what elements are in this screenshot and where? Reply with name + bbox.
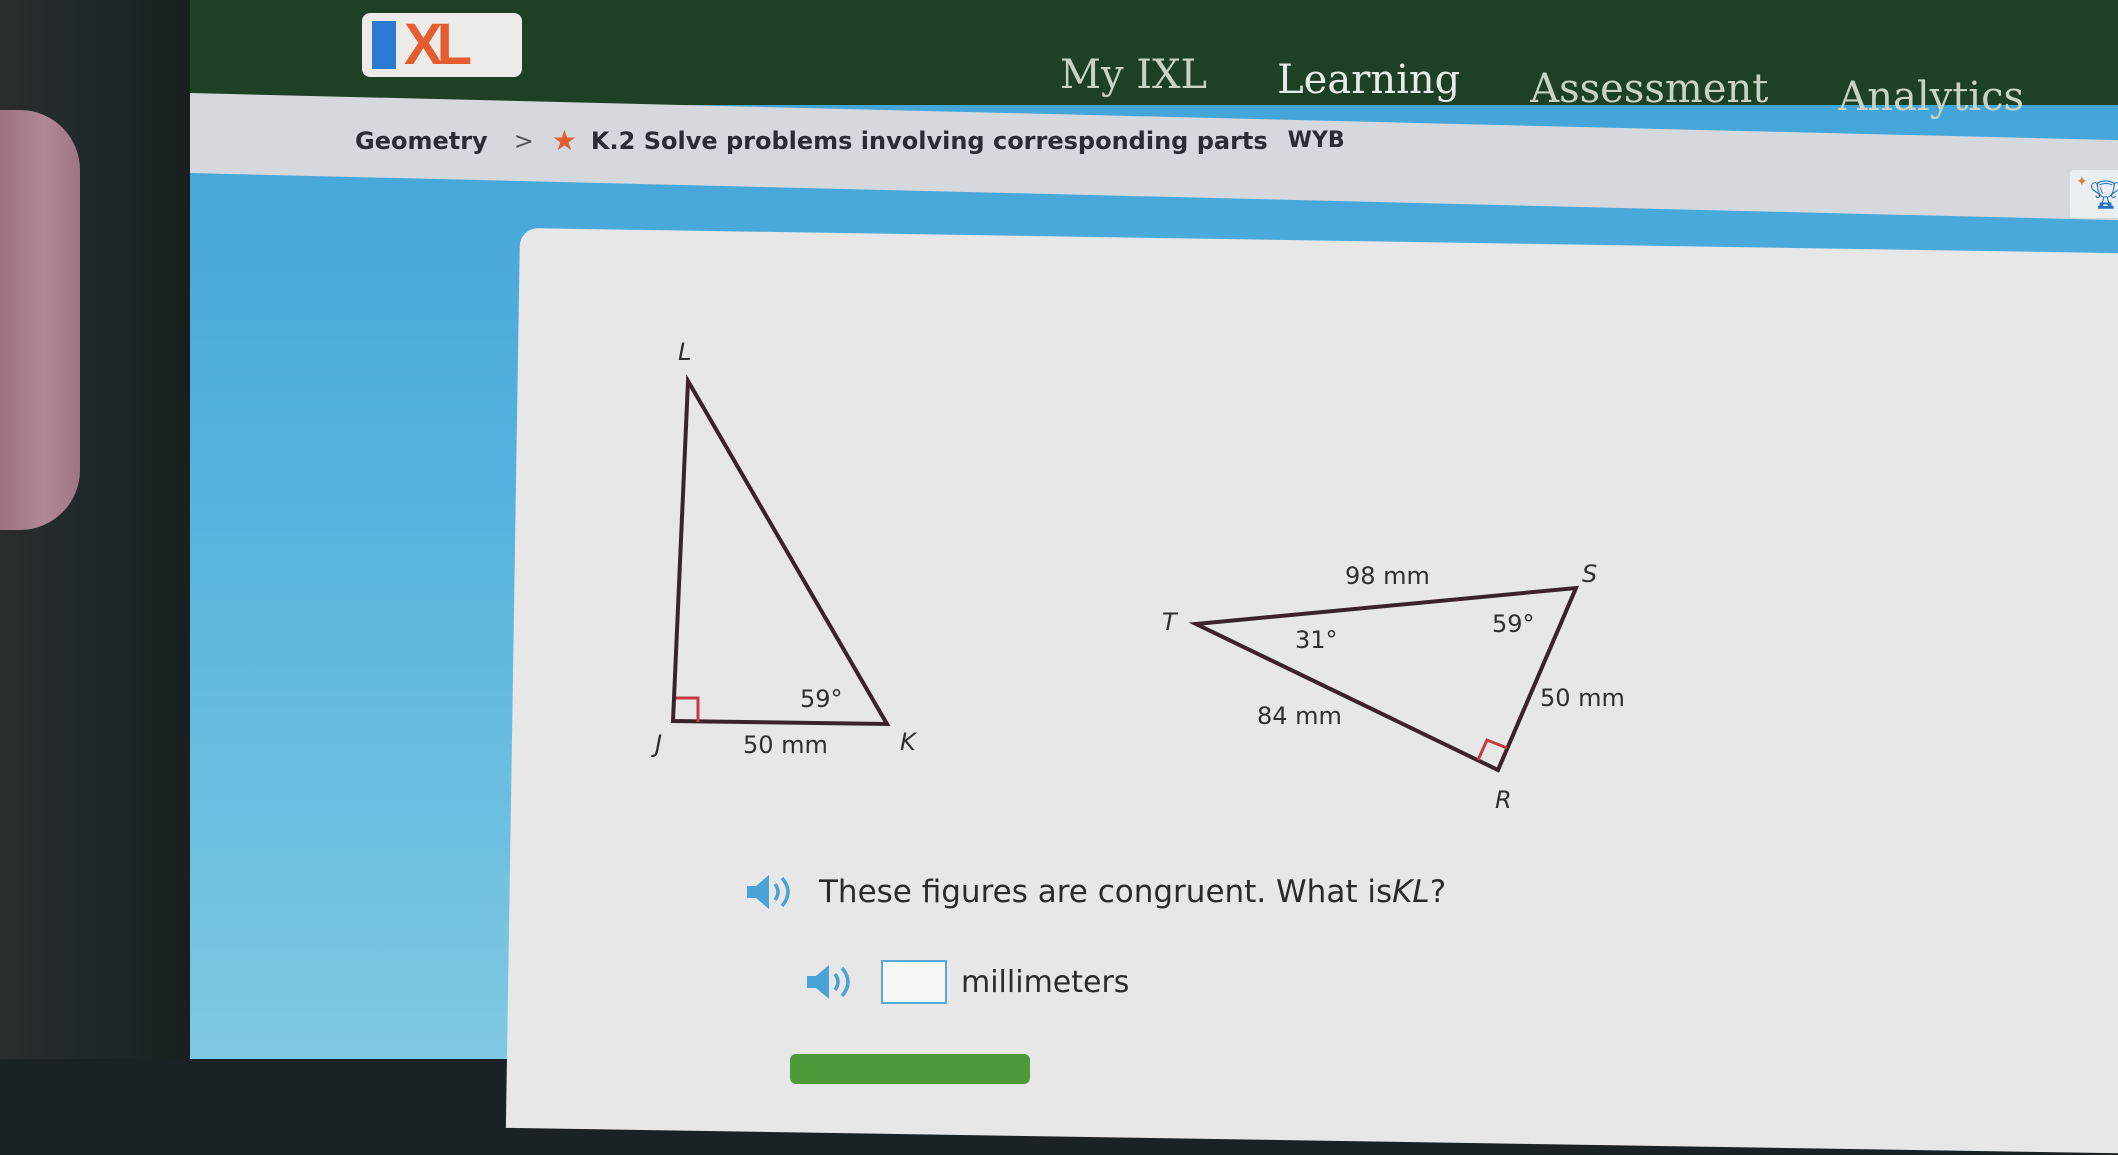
nav-learning[interactable]: Learning <box>1277 57 1460 103</box>
answer-row: millimeters <box>805 960 1129 1004</box>
trophy-icon: 🏆︎ <box>2088 178 2118 211</box>
vertex-label-j: J <box>651 730 662 758</box>
answer-input[interactable] <box>881 960 947 1004</box>
question-segment: KL <box>1392 874 1430 910</box>
side-label-sr: 50 mm <box>1540 684 1625 712</box>
triangle-rst-figure: T S R 98 mm 59° 31° 84 mm 50 mm <box>1162 560 1625 814</box>
angle-label-s: 59° <box>1492 610 1535 638</box>
breadcrumb: Geometry > ★ K.2 Solve problems involvin… <box>355 124 1345 157</box>
question-text: These figures are congruent. What is KL? <box>745 872 1446 912</box>
logo-i-bar <box>372 21 396 69</box>
star-icon: ★ <box>551 124 577 157</box>
screen: XL My IXL Learning Assessment Analytics … <box>190 0 2118 1155</box>
finger <box>0 110 80 530</box>
angle-label-t: 31° <box>1295 626 1338 654</box>
sparkle-icon: ✦ <box>2076 174 2088 190</box>
vertex-label-r: R <box>1495 786 1512 814</box>
question-suffix: ? <box>1429 874 1447 910</box>
speaker-icon[interactable] <box>805 962 857 1002</box>
vertex-label-l: L <box>678 338 691 366</box>
vertex-label-k: K <box>900 728 918 756</box>
skill-title: K.2 Solve problems involving correspondi… <box>590 126 1268 155</box>
right-angle-marker-j <box>676 696 700 722</box>
side-label-tr: 84 mm <box>1257 702 1342 730</box>
answer-unit: millimeters <box>961 964 1130 1000</box>
top-navigation-bar: XL My IXL Learning Assessment Analytics <box>190 0 2118 120</box>
question-prefix: These figures are congruent. What is <box>819 874 1393 910</box>
speaker-icon[interactable] <box>745 872 797 912</box>
angle-label-k: 59° <box>800 685 843 713</box>
awards-button[interactable]: ✦ 🏆︎ <box>2070 170 2118 218</box>
breadcrumb-geometry[interactable]: Geometry <box>355 127 488 155</box>
ixl-logo[interactable]: XL <box>362 13 522 77</box>
vertex-label-t: T <box>1162 608 1179 636</box>
nav-analytics[interactable]: Analytics <box>1838 74 2024 120</box>
nav-my-ixl[interactable]: My IXL <box>1060 52 1207 98</box>
main-nav: My IXL Learning Assessment Analytics <box>1060 52 2094 120</box>
nav-assessment[interactable]: Assessment <box>1530 66 1768 112</box>
chevron-right-icon: > <box>513 126 534 155</box>
side-label-ts: 98 mm <box>1345 562 1430 590</box>
side-label-jk: 50 mm <box>743 731 828 759</box>
vertex-label-s: S <box>1582 560 1597 588</box>
triangle-jkl <box>670 374 891 727</box>
skill-code: WYB <box>1287 128 1345 153</box>
logo-text: XL <box>404 12 472 77</box>
triangle-jkl-figure: L J K 59° 50 mm <box>651 338 918 759</box>
